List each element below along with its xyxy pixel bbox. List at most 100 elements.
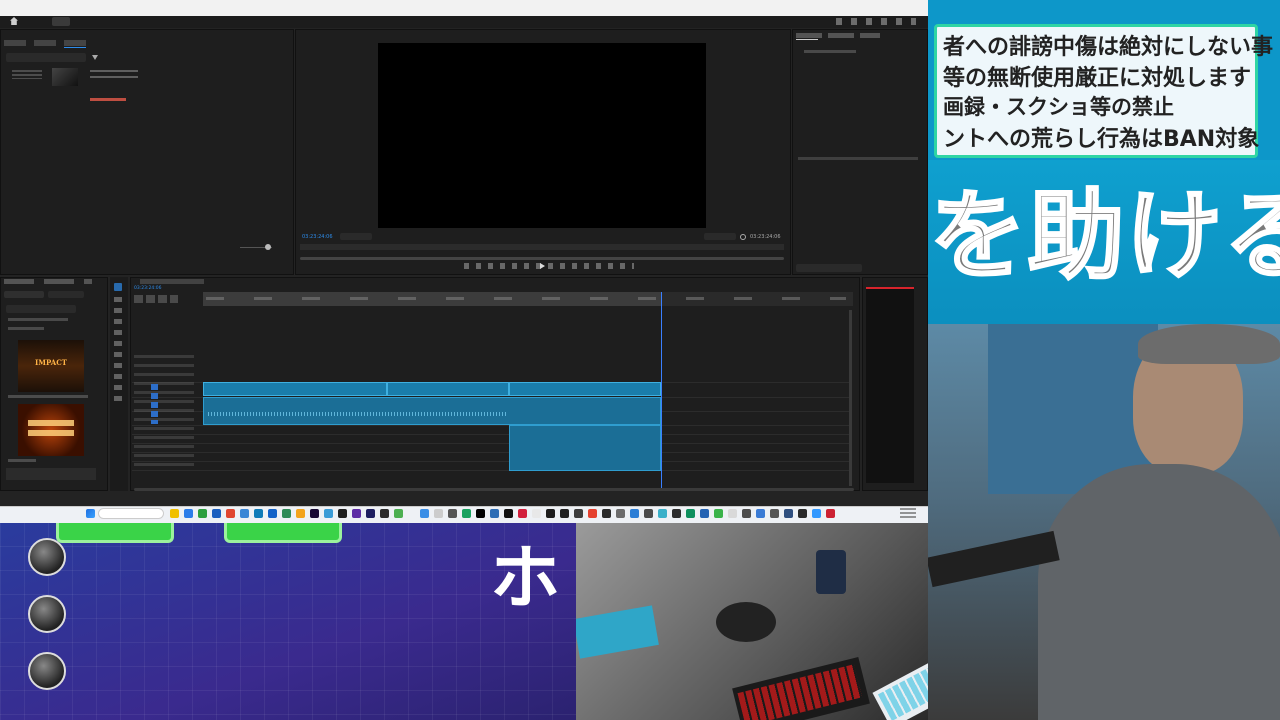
taskbar-app-icon[interactable] [296,509,305,518]
taskbar-app-icon[interactable] [714,509,723,518]
templates-tab[interactable] [4,291,44,298]
track-divider [132,434,852,435]
project-panel-tabs[interactable] [4,40,86,46]
transport-controls[interactable] [464,263,634,269]
taskbar-app-icon[interactable] [324,509,333,518]
template-thumbnail-impact[interactable]: IMPACT [18,340,84,392]
windows-start-icon[interactable] [86,509,95,518]
video-clip-3[interactable] [509,382,661,396]
taskbar-app-icon[interactable] [282,509,291,518]
taskbar-app-icon[interactable] [518,509,527,518]
taskbar-app-icon[interactable] [728,509,737,518]
track-header-controls[interactable] [134,355,194,471]
tool-icons[interactable] [114,297,122,403]
taskbar-app-icon[interactable] [170,509,179,518]
clip-thumbnail[interactable] [52,68,78,86]
taskbar-app-icon[interactable] [226,509,235,518]
monitor-time-ruler[interactable] [300,244,784,250]
taskbar-app-icon[interactable] [644,509,653,518]
filter-icon[interactable] [92,55,98,60]
taskbar-app-icon[interactable] [812,509,821,518]
effects-category-2[interactable] [8,327,44,330]
sequence-tab[interactable] [140,279,204,284]
template-thumbnail-flaming[interactable] [18,404,84,456]
right-panel-tabs[interactable] [796,33,880,38]
taskbar-app-icon[interactable] [268,509,277,518]
timeline-horizontal-scrollbar[interactable] [134,488,854,491]
monitor-fit-select[interactable] [340,233,372,240]
taskbar-app-icon[interactable] [434,509,443,518]
taskbar-app-icon[interactable] [240,509,249,518]
wrench-icon[interactable] [740,234,746,240]
after-effects-taskbar-icon[interactable] [366,509,375,518]
right-tab-underline [796,39,818,40]
taskbar-app-icon[interactable] [686,509,695,518]
taskbar-app-icon[interactable] [546,509,555,518]
track-divider [132,443,852,444]
taskbar-app-icon[interactable] [352,509,361,518]
header-icons[interactable] [836,18,916,25]
workspace-tab-active[interactable] [52,17,70,26]
taskbar-app-icon[interactable] [212,509,221,518]
monitor-scrollbar[interactable] [300,257,784,260]
taskbar-app-icon[interactable] [532,509,541,518]
taskbar-clock[interactable] [900,508,916,518]
taskbar-app-icon[interactable] [462,509,471,518]
properties-link[interactable] [90,98,126,101]
taskbar-app-icon[interactable] [254,509,263,518]
audio-clip-a3[interactable] [509,425,661,471]
zoom-slider-handle[interactable] [265,244,271,250]
taskbar-search[interactable] [98,508,164,519]
audio-clip-a1[interactable] [203,397,661,425]
effects-search-input[interactable] [6,305,76,313]
taskbar-app-icon[interactable] [560,509,569,518]
rule-line-1: 者への誹謗中傷は絶対にしない事 [943,35,1274,60]
taskbar-app-icon[interactable] [504,509,513,518]
effects-category-1[interactable] [8,318,68,321]
timeline-playhead[interactable] [661,292,662,488]
taskbar-app-icon[interactable] [756,509,765,518]
track-targets[interactable] [151,384,158,424]
template-thumbnail-3[interactable] [6,468,96,480]
taskbar-app-icon[interactable] [448,509,457,518]
taskbar-app-icon[interactable] [798,509,807,518]
taskbar-app-icon[interactable] [380,509,389,518]
timeline-vertical-scrollbar[interactable] [849,310,852,486]
taskbar-app-icon[interactable] [700,509,709,518]
monitor-quality-select[interactable] [704,233,736,240]
taskbar-app-icon[interactable] [588,509,597,518]
taskbar-app-icon[interactable] [574,509,583,518]
taskbar-app-icon[interactable] [338,509,347,518]
taskbar-app-icon[interactable] [630,509,639,518]
taskbar-app-icon[interactable] [198,509,207,518]
project-search-input[interactable] [6,53,86,62]
taskbar-app-icon[interactable] [602,509,611,518]
taskbar-app-icon[interactable] [476,509,485,518]
add-button[interactable] [774,263,780,269]
taskbar-app-icon[interactable] [784,509,793,518]
my-templates-tab[interactable] [48,291,84,298]
taskbar-app-icon[interactable] [658,509,667,518]
taskbar-app-icon[interactable] [672,509,681,518]
video-clip-1[interactable] [203,382,387,396]
taskbar-app-icon[interactable] [420,509,429,518]
play-icon[interactable] [540,263,545,269]
effects-panel-tabs[interactable] [4,279,92,284]
taskbar-app-icon[interactable] [770,509,779,518]
selection-tool-icon[interactable] [114,283,122,291]
rule-line-2: 等の無断使用厳正に対処します [943,66,1252,91]
taskbar-app-icon[interactable] [616,509,625,518]
taskbar-app-icon[interactable] [184,509,193,518]
timeline-toolbar[interactable] [134,295,178,303]
timeline-timecode[interactable]: 03:23:24:06 [134,286,161,291]
taskbar-app-icon[interactable] [826,509,835,518]
taskbar-app-icon[interactable] [490,509,499,518]
monitor-timecode-current[interactable]: 03:23:24:06 [302,234,333,240]
new-layer-button[interactable] [796,264,862,272]
ruler-tick-labels [206,297,846,300]
taskbar-app-icon[interactable] [742,509,751,518]
taskbar-app-icon[interactable] [394,509,403,518]
right-panel-item[interactable] [804,50,856,53]
premiere-taskbar-icon[interactable] [310,509,319,518]
video-clip-2[interactable] [387,382,509,396]
